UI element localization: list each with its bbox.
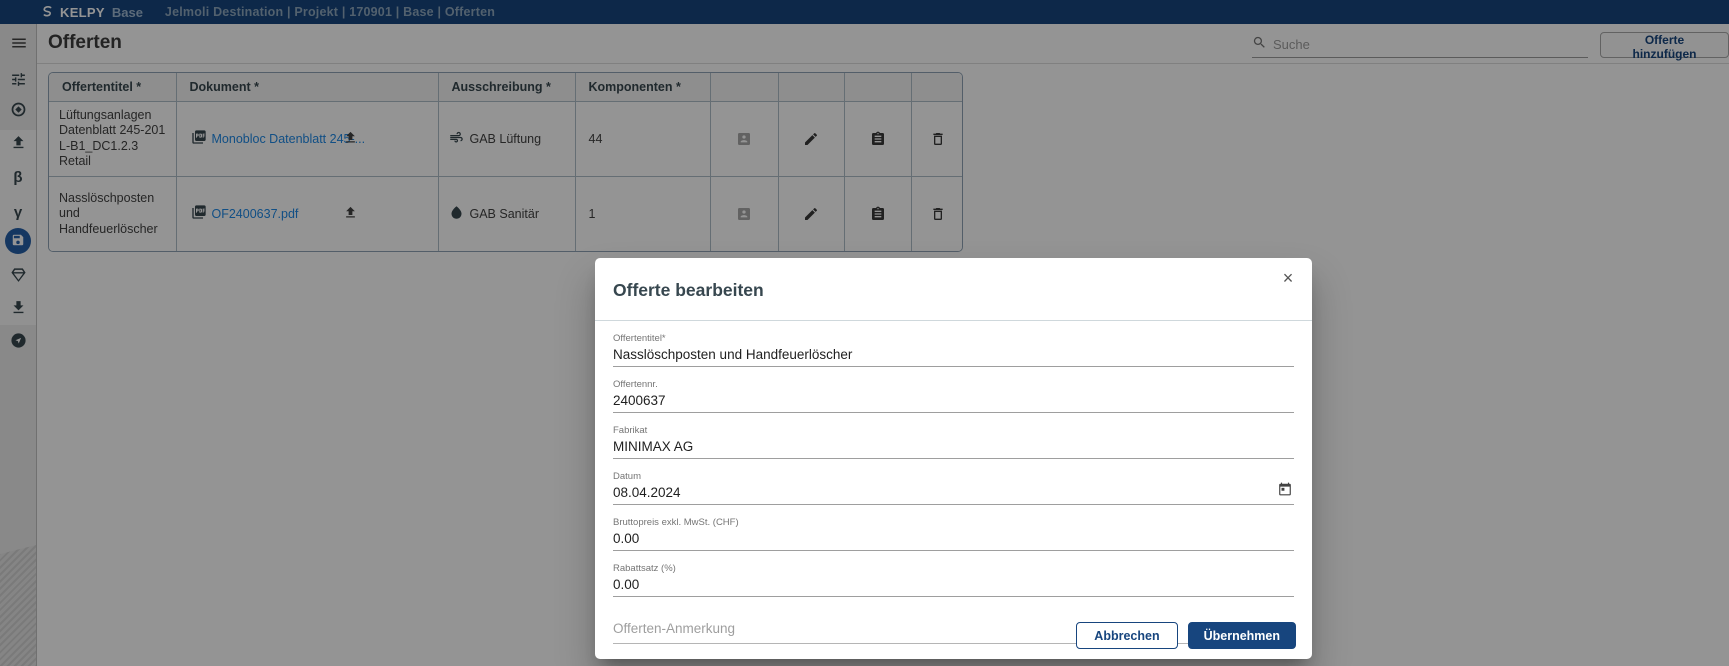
- field-label: Datum: [613, 472, 1294, 482]
- offertennr-input[interactable]: [613, 393, 1294, 408]
- field-label: Fabrikat: [613, 426, 1294, 436]
- field-label: Rabattsatz (%): [613, 564, 1294, 574]
- offertentitel-input[interactable]: [613, 347, 1294, 362]
- fabrikat-input[interactable]: [613, 439, 1294, 454]
- field-label: Bruttopreis exkl. MwSt. (CHF): [613, 518, 1294, 528]
- field-fabrikat: Fabrikat: [613, 426, 1294, 459]
- field-offertennr: Offertennr.: [613, 380, 1294, 413]
- edit-offer-dialog: Offerte bearbeiten × Offertentitel* Offe…: [595, 258, 1312, 659]
- field-rabattsatz: Rabattsatz (%): [613, 564, 1294, 597]
- field-label: Offertennr.: [613, 380, 1294, 390]
- dialog-title: Offerte bearbeiten: [613, 280, 764, 301]
- rabattsatz-input[interactable]: [613, 577, 1294, 592]
- field-datum: Datum: [613, 472, 1294, 505]
- calendar-icon[interactable]: [1278, 482, 1292, 499]
- datum-input[interactable]: [613, 485, 1294, 500]
- cancel-button[interactable]: Abbrechen: [1076, 622, 1177, 649]
- submit-button[interactable]: Übernehmen: [1188, 622, 1296, 649]
- close-icon[interactable]: ×: [1276, 266, 1300, 290]
- field-offertentitel: Offertentitel*: [613, 334, 1294, 367]
- field-label: Offertentitel*: [613, 334, 1294, 344]
- field-bruttopreis: Bruttopreis exkl. MwSt. (CHF): [613, 518, 1294, 551]
- app-root: KELPY Base Jelmoli Destination | Projekt…: [0, 0, 1729, 666]
- bruttopreis-input[interactable]: [613, 531, 1294, 546]
- dialog-footer: Abbrechen Übernehmen: [1076, 622, 1296, 649]
